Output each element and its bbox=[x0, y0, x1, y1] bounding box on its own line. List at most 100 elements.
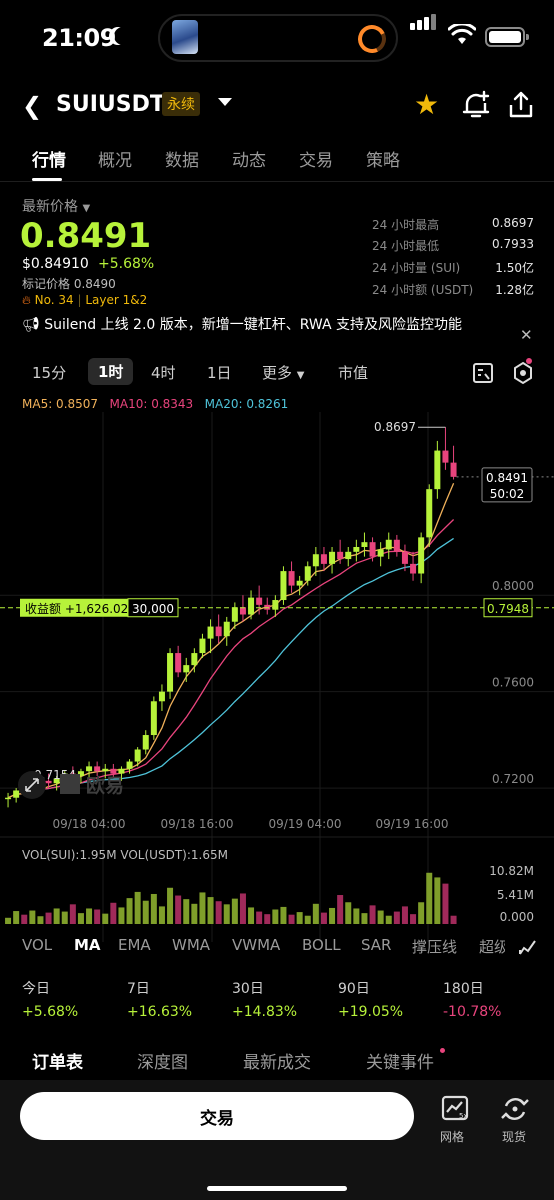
volume-bar bbox=[353, 908, 360, 924]
period-value: +19.05% bbox=[338, 1004, 404, 1020]
y-tick-label: 0.7200 bbox=[492, 772, 534, 786]
indicator-super[interactable]: 超级 bbox=[479, 936, 505, 957]
tab-depth-chart[interactable]: 深度图 bbox=[137, 1048, 188, 1073]
back-icon[interactable]: ❮ bbox=[22, 92, 42, 120]
perpetual-badge: 永续 bbox=[162, 92, 200, 116]
volume-bar bbox=[410, 914, 417, 924]
period-value: +16.63% bbox=[127, 1004, 193, 1020]
tab-recent-trades[interactable]: 最新成交 bbox=[243, 1048, 311, 1073]
volume-bar bbox=[183, 899, 190, 924]
candle-body bbox=[175, 653, 182, 673]
indicator-vol[interactable]: VOL bbox=[22, 936, 52, 954]
spot-swap-icon[interactable] bbox=[500, 1094, 530, 1124]
grid-label[interactable]: 网格 bbox=[440, 1128, 464, 1145]
candle-body bbox=[223, 621, 230, 637]
trade-button[interactable]: 交易 bbox=[20, 1092, 414, 1140]
tab-feed[interactable]: 动态 bbox=[232, 146, 266, 171]
grid-bot-icon[interactable]: 5x bbox=[440, 1094, 470, 1124]
symbol-dropdown-icon[interactable] bbox=[218, 98, 232, 106]
tab-order-book[interactable]: 订单表 bbox=[32, 1048, 83, 1073]
volume-bar bbox=[191, 903, 198, 924]
status-bar: 21:09 bbox=[0, 0, 554, 76]
usd-price: $0.84910 bbox=[22, 256, 89, 272]
interval-4h[interactable]: 4时 bbox=[151, 362, 176, 383]
volume-bar bbox=[288, 914, 295, 924]
candle-body bbox=[239, 607, 246, 615]
news-ticker[interactable]: 📢︎ Suilend 上线 2.0 版本，新增一键杠杆、RWA 支持及风险监控功… bbox=[22, 314, 462, 334]
hexagon-settings-icon[interactable] bbox=[512, 361, 534, 385]
volume-bar bbox=[199, 892, 206, 924]
candle-body bbox=[304, 566, 311, 581]
indicator-ma[interactable]: MA bbox=[74, 936, 101, 954]
news-text: Suilend 上线 2.0 版本，新增一键杠杆、RWA 支持及风险监控功能 bbox=[44, 317, 463, 333]
candlestick-chart[interactable]: 0.8000 0.7600 0.7200 0.8491 50:02 0.8697 收益额 +… bbox=[0, 412, 554, 942]
alert-bell-icon[interactable] bbox=[462, 90, 490, 120]
stat-label: 24 小时最低 bbox=[372, 239, 440, 253]
volume-legend: VOL(SUI):1.95M VOL(USDT):1.65M bbox=[22, 848, 228, 862]
candle-body bbox=[207, 626, 214, 639]
candle-body bbox=[442, 450, 449, 463]
volume-bar bbox=[118, 907, 125, 924]
candle-body bbox=[150, 701, 157, 736]
candle-body bbox=[126, 761, 133, 769]
period-label: 7日 bbox=[127, 981, 150, 997]
indicator-wma[interactable]: WMA bbox=[172, 936, 210, 954]
indicator-sar[interactable]: SAR bbox=[361, 936, 391, 954]
okx-logo-icon bbox=[60, 774, 80, 794]
favorite-star-icon[interactable]: ★ bbox=[414, 88, 439, 121]
volume-bar bbox=[61, 911, 68, 924]
volume-bar bbox=[345, 902, 352, 924]
indicator-boll[interactable]: BOLL bbox=[302, 936, 341, 954]
chart-settings-icon[interactable] bbox=[472, 362, 494, 384]
x-tick-label: 09/19 16:00 bbox=[376, 817, 449, 831]
interval-market-cap[interactable]: 市值 bbox=[338, 362, 368, 383]
stat-label: 24 小时量 (SUI) bbox=[372, 261, 461, 275]
close-icon[interactable]: ✕ bbox=[520, 326, 533, 344]
interval-1d[interactable]: 1日 bbox=[207, 362, 232, 383]
indicator-vwma[interactable]: VWMA bbox=[232, 936, 280, 954]
tab-overview[interactable]: 概况 bbox=[98, 146, 132, 171]
candle-body bbox=[280, 571, 287, 601]
high-marker-label: 0.8697 bbox=[374, 420, 416, 434]
indicator-support-resistance[interactable]: 撑压线 bbox=[412, 936, 457, 957]
volume-bar bbox=[248, 907, 255, 924]
interval-selector: 15分 1时 4时 1日 更多 ▼ 市值 bbox=[0, 356, 554, 390]
candle-body bbox=[191, 653, 198, 666]
candle-body bbox=[183, 665, 190, 673]
tab-market[interactable]: 行情 bbox=[32, 146, 66, 171]
candle-body bbox=[426, 489, 433, 538]
price-type-label[interactable]: 最新价格 ▼ bbox=[22, 196, 90, 216]
tab-key-events[interactable]: 关键事件 bbox=[366, 1048, 434, 1073]
candle-body bbox=[434, 450, 441, 490]
volume-bar bbox=[304, 915, 311, 924]
tab-data[interactable]: 数据 bbox=[165, 146, 199, 171]
stat-value: 1.50亿 bbox=[495, 261, 534, 275]
indicator-settings-icon[interactable] bbox=[518, 936, 538, 956]
volume-bar bbox=[94, 909, 101, 924]
volume-bar bbox=[393, 911, 400, 924]
rank-tag[interactable]: 🔥︎ No. 34 | Layer 1&2 bbox=[22, 293, 147, 308]
notification-dot bbox=[526, 358, 532, 364]
volume-bar bbox=[442, 883, 449, 924]
interval-15m[interactable]: 15分 bbox=[32, 362, 66, 383]
position-price-label: 0.7948 bbox=[487, 602, 529, 616]
candle-body bbox=[5, 797, 12, 800]
interval-more[interactable]: 更多 ▼ bbox=[262, 362, 305, 383]
volume-bar bbox=[361, 913, 368, 924]
interval-1h[interactable]: 1时 bbox=[88, 358, 134, 385]
volume-bar bbox=[77, 913, 84, 924]
volume-bar bbox=[158, 906, 165, 924]
indicator-ema[interactable]: EMA bbox=[118, 936, 151, 954]
symbol-title[interactable]: SUIUSDT bbox=[56, 92, 165, 117]
tab-strategy[interactable]: 策略 bbox=[366, 146, 400, 171]
volume-bar bbox=[126, 898, 133, 924]
tab-trade[interactable]: 交易 bbox=[299, 146, 333, 171]
volume-bar bbox=[337, 895, 344, 924]
stat-label: 24 小时额 (USDT) bbox=[372, 283, 474, 297]
spot-label[interactable]: 现货 bbox=[502, 1128, 526, 1145]
position-qty-label: 30,000 bbox=[132, 602, 174, 616]
share-icon[interactable] bbox=[508, 90, 534, 120]
candle-body bbox=[329, 551, 336, 564]
candle-body bbox=[393, 539, 400, 552]
chevron-down-icon: ▼ bbox=[296, 370, 305, 381]
